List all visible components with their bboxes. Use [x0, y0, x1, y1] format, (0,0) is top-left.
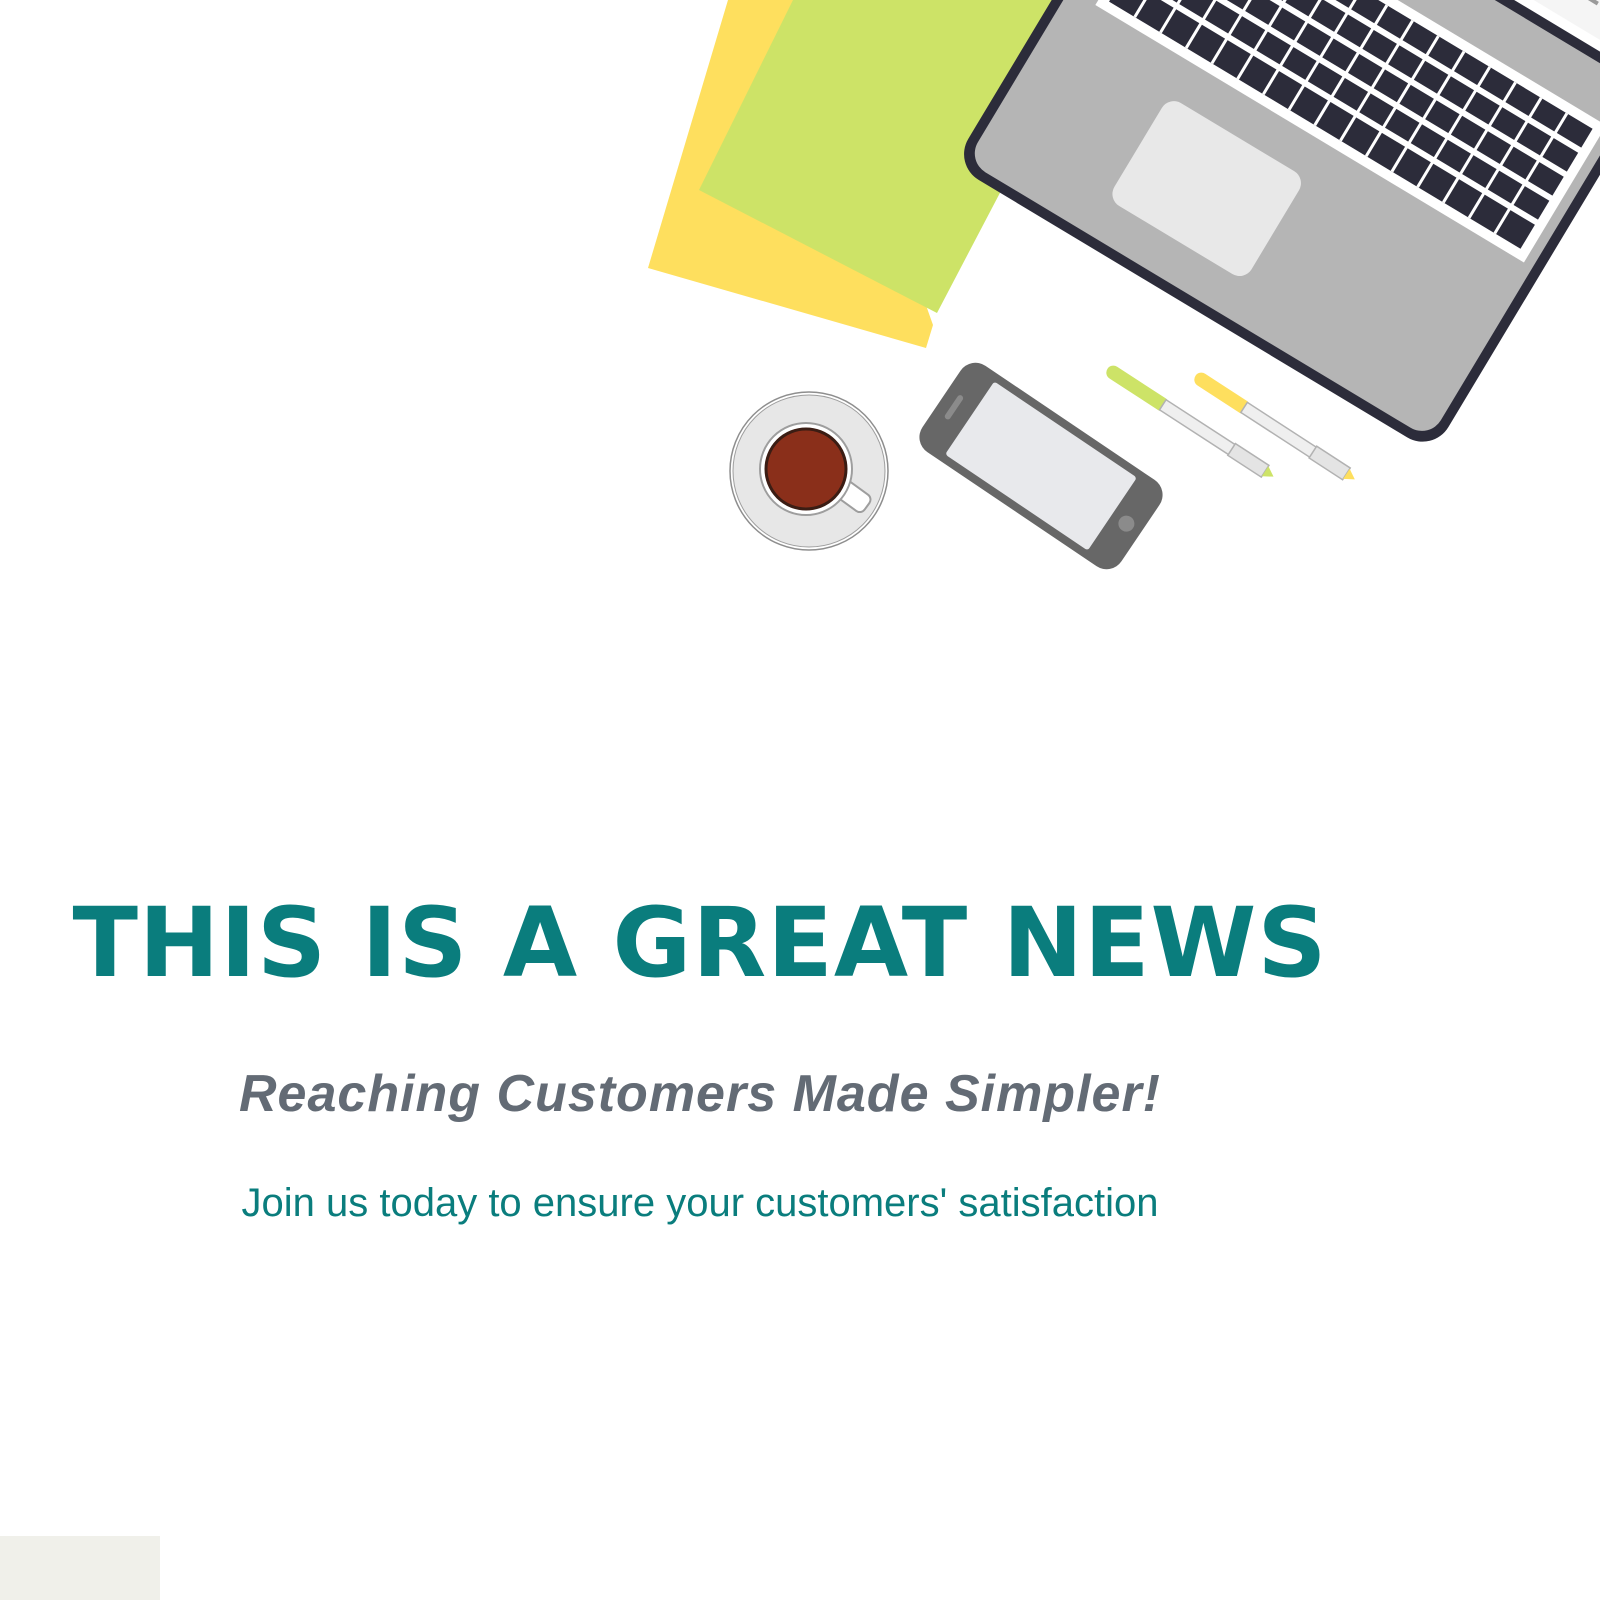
headline: THIS IS A GREAT NEWS [72, 887, 1328, 999]
laptop-icon [964, 0, 1600, 442]
desk-illustration [648, 0, 1600, 570]
body-text: Join us today to ensure your customers' … [241, 1181, 1159, 1225]
coffee-cup-icon [729, 391, 889, 551]
subheadline: Reaching Customers Made Simpler! [239, 1065, 1161, 1123]
poster-canvas: THIS IS A GREAT NEWS Reaching Customers … [0, 0, 1600, 1600]
corner-block [0, 1536, 160, 1600]
